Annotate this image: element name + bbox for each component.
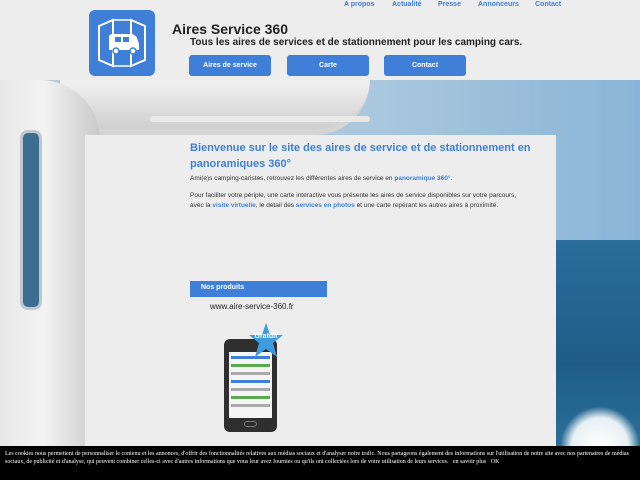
flowers <box>560 406 640 446</box>
star-badge-icon <box>249 323 283 357</box>
site-header: Aires Service 360 Tous les aires de serv… <box>0 0 640 80</box>
welcome-title: Bienvenue sur le site des aires de servi… <box>190 142 531 170</box>
cookie-text: Les cookies nous permettent de personnal… <box>5 451 629 465</box>
products-heading: Nos produits <box>190 281 327 297</box>
intro-text: Ami(e)s camping-caristes, retrouvez les … <box>190 175 395 182</box>
description-text-b: , le détail des <box>255 202 296 209</box>
topnav-a-propos[interactable]: A propos <box>344 1 374 8</box>
visite-virtuelle-link[interactable]: visite virtuelle <box>212 202 255 209</box>
gratuit-badge: Gratuit <box>247 322 285 360</box>
topnav-actualite[interactable]: Actualité <box>392 1 422 8</box>
phone-home-button <box>244 421 257 427</box>
site-tagline: Tous les aires de services et de station… <box>190 37 523 48</box>
services-photos-link[interactable]: services en photos <box>296 202 355 209</box>
intro-text-end: . <box>450 175 453 182</box>
cookie-banner: Les cookies nous permettent de personnal… <box>0 446 640 480</box>
topnav-contact[interactable]: Contact <box>535 1 561 8</box>
description-text-c: et une carte repérant les autres aires à… <box>354 202 499 209</box>
roof-rail <box>150 116 370 122</box>
phone-screen <box>229 352 272 418</box>
cookie-more-link[interactable]: en savoir plus <box>453 459 486 465</box>
topnav-presse[interactable]: Presse <box>438 1 461 8</box>
camper-window <box>20 130 42 310</box>
camper-roof <box>60 80 370 135</box>
nav-aires-de-service-button[interactable]: Aires de service <box>189 55 271 76</box>
site-logo[interactable] <box>89 10 155 76</box>
main-content: Bienvenue sur le site des aires de servi… <box>85 135 556 446</box>
site-title: Aires Service 360 <box>172 21 288 37</box>
nav-carte-button[interactable]: Carte <box>287 55 369 76</box>
panoramique-link[interactable]: panoramique 360° <box>394 175 450 182</box>
intro-paragraph: Ami(e)s camping-caristes, retrouvez les … <box>190 174 530 184</box>
description-paragraph: Pour faciliter votre périple, une carte … <box>190 191 530 211</box>
topnav-annonceurs[interactable]: Annonceurs <box>478 1 519 8</box>
top-navigation: A propos Actualité Presse Annonceurs Con… <box>330 1 640 13</box>
gratuit-label: Gratuit <box>254 333 278 340</box>
cookie-ok-button[interactable]: OK <box>491 459 500 465</box>
site-url[interactable]: www.aire-service-360.fr <box>210 302 294 311</box>
nav-contact-button[interactable]: Contact <box>384 55 466 76</box>
camper-van-icon <box>98 18 146 68</box>
products-heading-label: Nos produits <box>201 284 245 291</box>
